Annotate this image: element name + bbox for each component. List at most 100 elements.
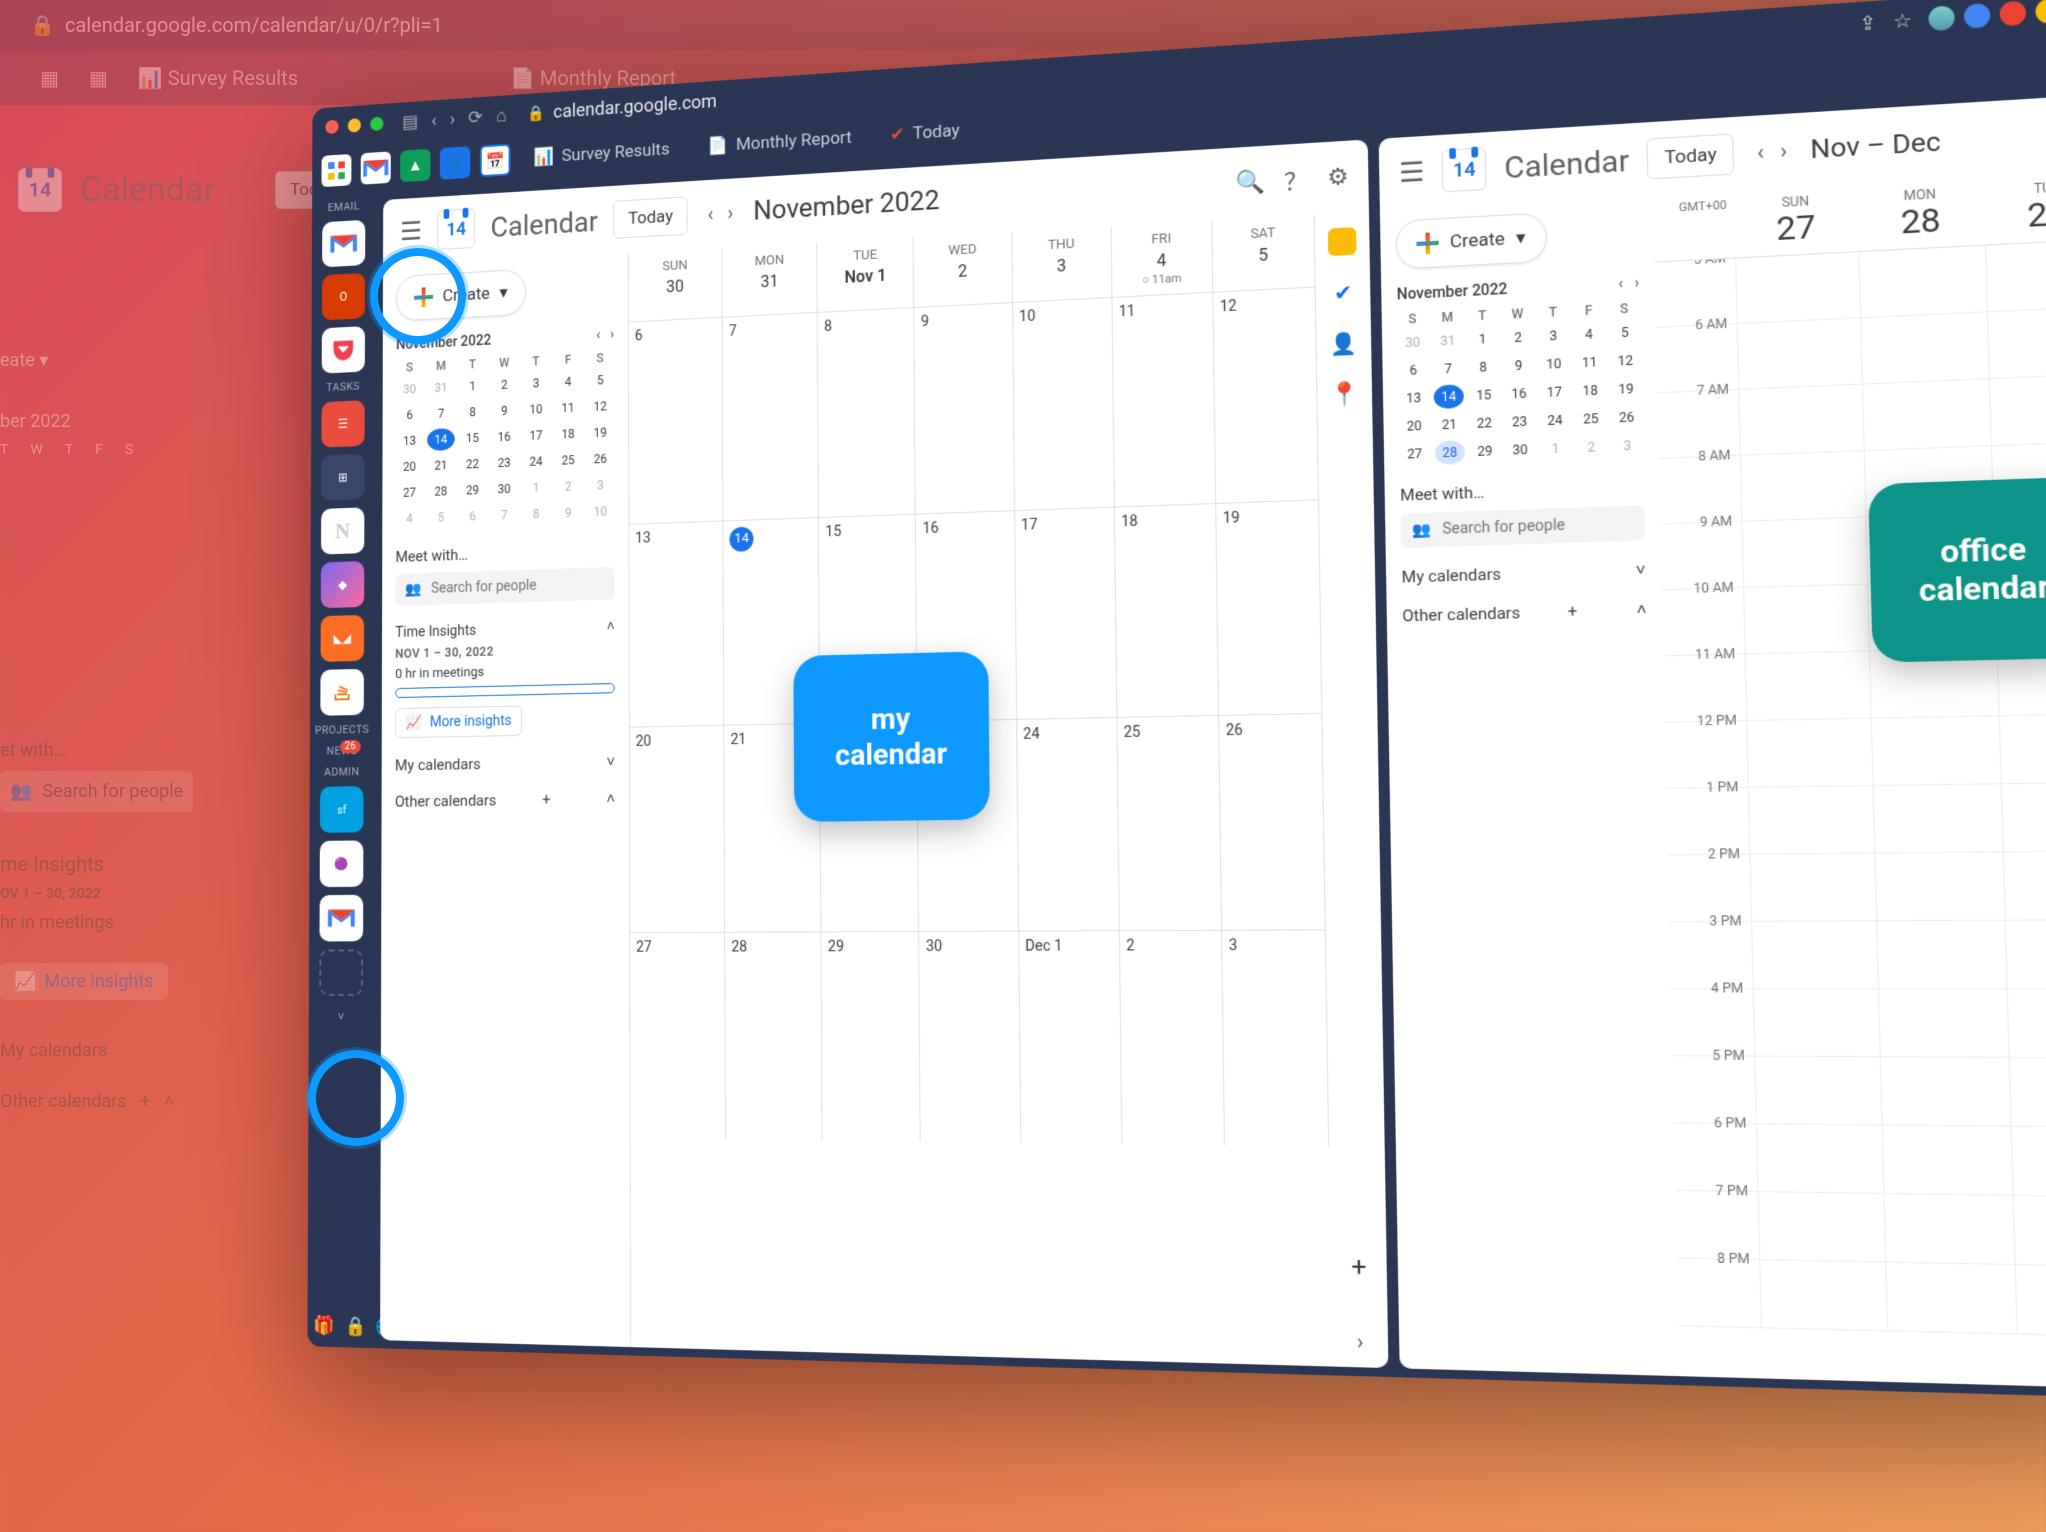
hour-cell[interactable]: [1886, 1263, 2017, 1334]
month-cell[interactable]: 29: [822, 931, 921, 1142]
mini-day[interactable]: 11: [554, 396, 582, 419]
mini-day[interactable]: 20: [396, 455, 424, 478]
hour-row[interactable]: 3 PM: [1670, 920, 2046, 989]
mini-day[interactable]: 6: [396, 403, 424, 426]
month-cell[interactable]: 3: [1222, 929, 1329, 1147]
mini-day[interactable]: 2: [1502, 325, 1533, 350]
hour-cell[interactable]: [1878, 989, 2008, 1057]
month-cell[interactable]: 27: [630, 932, 726, 1140]
hour-cell[interactable]: [1759, 1260, 1887, 1330]
search-people-input[interactable]: 👥: [1401, 505, 1646, 548]
hour-cell[interactable]: [1882, 1126, 2012, 1195]
hour-cell[interactable]: [1884, 1194, 2014, 1264]
mini-day[interactable]: 21: [427, 454, 455, 477]
gmail-tab-icon[interactable]: [361, 151, 391, 184]
mini-day[interactable]: 14: [1433, 384, 1464, 409]
contacts-tab-icon[interactable]: 👤: [440, 146, 470, 180]
hour-row[interactable]: 1 PM: [1667, 782, 2046, 855]
week-grid[interactable]: GMT+00 SUN27MON28TUE29 5 AM6 AM7 AM8 AM9…: [1653, 170, 2046, 1389]
mini-day[interactable]: 24: [1539, 408, 1571, 433]
hour-cell[interactable]: [1987, 306, 2046, 378]
mini-day[interactable]: 17: [522, 424, 550, 447]
month-cell[interactable]: 7: [723, 312, 819, 520]
mini-day[interactable]: 28: [427, 480, 455, 503]
mini-day[interactable]: 30: [396, 378, 424, 401]
week-day-header[interactable]: TUE29: [1983, 170, 2046, 245]
hour-cell[interactable]: [2004, 920, 2046, 988]
create-button[interactable]: Create ▾: [1395, 212, 1547, 269]
next-icon[interactable]: ›: [1775, 133, 1792, 169]
mini-day[interactable]: 3: [586, 474, 614, 497]
sidebar-stackoverflow-icon[interactable]: [320, 669, 364, 716]
hour-cell[interactable]: [2010, 1127, 2046, 1197]
mini-day[interactable]: 4: [554, 370, 582, 393]
mini-day[interactable]: 18: [1574, 378, 1606, 403]
mini-day[interactable]: 6: [458, 505, 486, 528]
mini-day[interactable]: 24: [522, 450, 550, 473]
maps-icon[interactable]: 📍: [1330, 380, 1359, 409]
mini-day[interactable]: 30: [490, 477, 518, 500]
mini-day[interactable]: 29: [459, 479, 487, 502]
create-button[interactable]: Create ▾: [396, 269, 526, 322]
search-people-field[interactable]: [1442, 514, 1643, 538]
drive-tab-icon[interactable]: ▲: [400, 149, 430, 182]
mini-day[interactable]: 13: [1398, 386, 1429, 411]
gift-icon[interactable]: 🎁: [314, 1315, 335, 1337]
lock-icon[interactable]: 🔒: [345, 1316, 367, 1338]
hour-cell[interactable]: [1738, 385, 1864, 455]
star-icon[interactable]: ☆: [1893, 9, 1913, 33]
avatar[interactable]: [1928, 5, 1955, 31]
mini-day[interactable]: 7: [1433, 356, 1464, 381]
mini-calendar[interactable]: SMTWTFS303112345678910111213141516171819…: [396, 350, 615, 530]
mini-day[interactable]: 1: [459, 375, 487, 398]
mini-day[interactable]: 30: [1504, 437, 1535, 462]
mini-day[interactable]: 29: [1469, 439, 1500, 464]
mini-prev-icon[interactable]: ‹: [596, 327, 600, 343]
mini-day[interactable]: 16: [1503, 381, 1534, 406]
sidebar-gmail-icon[interactable]: [322, 220, 365, 268]
sidebar-toggle-icon[interactable]: ▤: [402, 111, 418, 133]
reload-icon[interactable]: ⟳: [468, 106, 482, 128]
contacts-icon[interactable]: 👤: [1329, 329, 1358, 358]
hour-row[interactable]: 2 PM: [1668, 851, 2046, 922]
maximize-icon[interactable]: [370, 117, 383, 132]
sidebar-gitlab-icon[interactable]: ◣◢: [321, 615, 365, 662]
ext-icon[interactable]: [1964, 3, 1991, 29]
today-button[interactable]: Today: [1647, 133, 1735, 179]
month-cell[interactable]: 30: [919, 930, 1020, 1143]
home-icon[interactable]: ⌂: [496, 105, 506, 126]
hour-cell[interactable]: [1743, 585, 1869, 654]
hour-cell[interactable]: [1741, 518, 1867, 587]
mini-day[interactable]: 15: [1468, 383, 1499, 408]
mini-day[interactable]: 22: [459, 453, 487, 476]
sidebar-salesforce-icon[interactable]: sf: [320, 786, 364, 833]
hour-cell[interactable]: [2012, 1196, 2046, 1267]
mini-day[interactable]: 22: [1469, 411, 1500, 436]
week-day-header[interactable]: SUN27: [1734, 184, 1859, 257]
mini-day[interactable]: 13: [396, 429, 424, 452]
hour-cell[interactable]: [1873, 784, 2002, 852]
month-cell[interactable]: 10: [1013, 297, 1115, 510]
next-icon[interactable]: ›: [723, 196, 737, 229]
mini-day[interactable]: 3: [522, 372, 550, 395]
ext-icon[interactable]: [1999, 0, 2026, 26]
month-cell[interactable]: 6: [629, 317, 724, 524]
hour-cell[interactable]: [1988, 374, 2046, 445]
addons-icon[interactable]: +: [1344, 1252, 1373, 1281]
month-cell[interactable]: 2: [1120, 929, 1225, 1145]
month-cell[interactable]: 13: [629, 520, 724, 727]
mini-day[interactable]: 3: [1538, 323, 1569, 348]
mini-day[interactable]: 23: [490, 451, 518, 474]
other-calendars-toggle[interactable]: Other calendars + ˄: [395, 789, 615, 810]
mini-day[interactable]: 8: [522, 502, 550, 525]
mini-day[interactable]: 31: [427, 376, 455, 399]
hour-cell[interactable]: [2002, 851, 2046, 919]
month-cell[interactable]: 17: [1015, 506, 1117, 719]
month-cell[interactable]: 19: [1216, 499, 1322, 715]
mini-day[interactable]: 5: [427, 506, 455, 529]
mini-day[interactable]: 2: [554, 475, 582, 498]
mini-day[interactable]: 7: [490, 504, 518, 527]
month-cell[interactable]: 8: [818, 307, 916, 517]
mini-day[interactable]: 11: [1574, 350, 1606, 375]
mini-day[interactable]: 30: [1397, 330, 1428, 355]
